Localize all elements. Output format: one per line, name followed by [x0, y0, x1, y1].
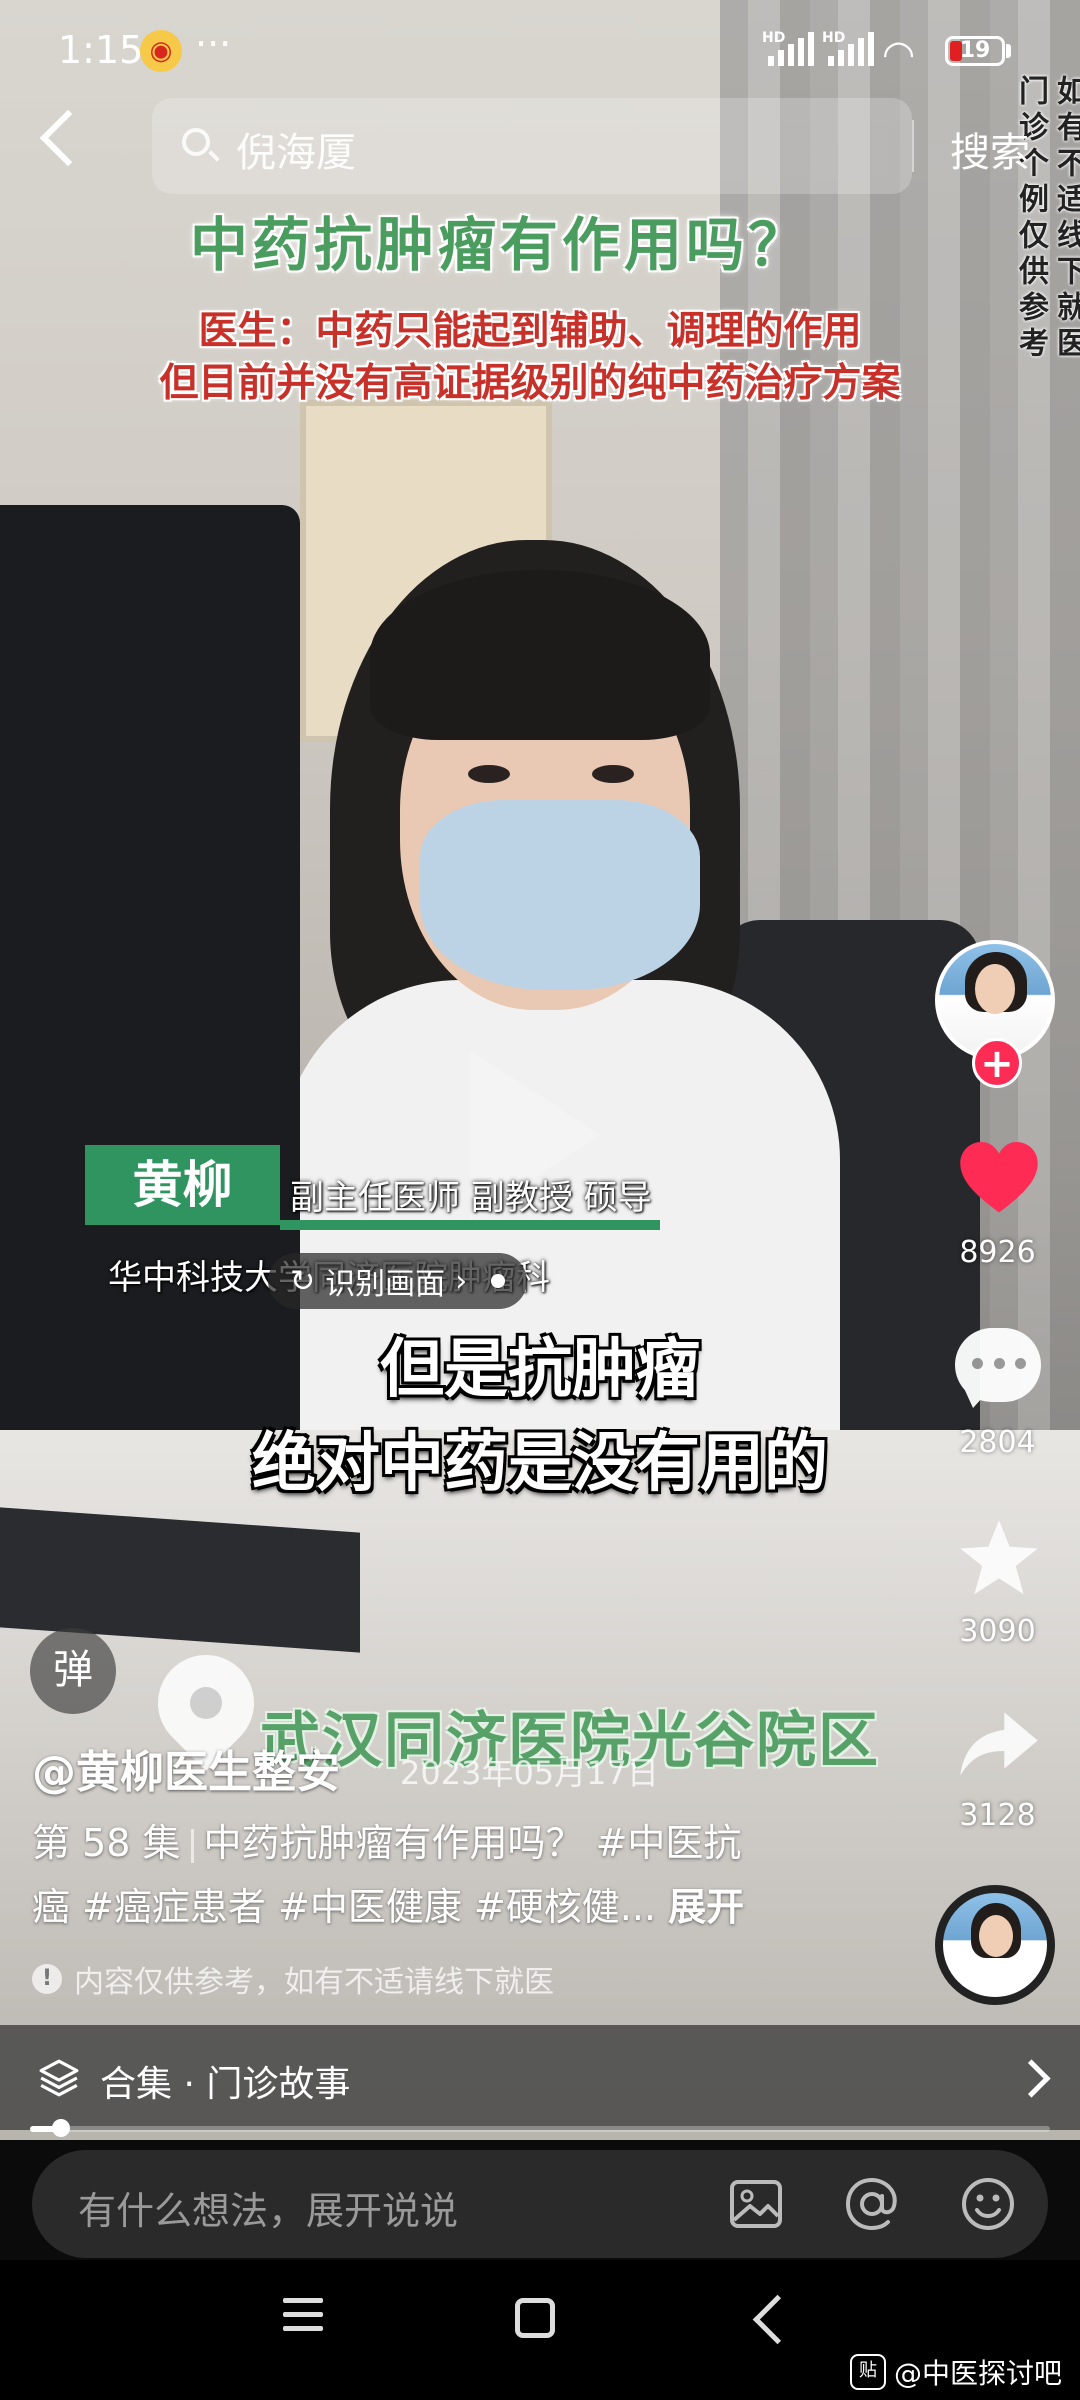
battery-cap [1006, 44, 1011, 58]
spoken-caption-line1: 但是抗肿瘤 [380, 1333, 700, 1407]
status-time: 1:15 [58, 28, 144, 72]
signal-1-icon [768, 32, 814, 66]
share-arrow-icon[interactable] [955, 1700, 1043, 1788]
wifi-icon: ◠ [882, 32, 916, 76]
recognize-label: 识别画面 [325, 1267, 446, 1302]
watermark: 贴 @中医探讨吧 [850, 2352, 1062, 2392]
status-bar: 1:15 ◉ ··· HD HD ◠ 19 [0, 0, 1080, 100]
search-button[interactable]: 搜索 [950, 120, 1030, 178]
collection-bar[interactable]: 合集 · 门诊故事 [0, 2025, 1080, 2130]
description-hashtags: 癌 #癌症患者 #中医健康 #硬核健... [32, 1885, 656, 1929]
doctor-role: 副主任医师 副教授 硕导 [290, 1178, 652, 1218]
search-icon [182, 128, 210, 156]
danmaku-toggle-button[interactable]: 弹 [30, 1628, 116, 1714]
post-date: 2023年05月17日 [400, 1754, 659, 1792]
video-subtitle-line2: 但目前并没有高证据级别的纯中药治疗方案 [159, 361, 901, 406]
like-count: 8926 [959, 1235, 1036, 1270]
spoken-caption-line2: 绝对中药是没有用的 [252, 1427, 828, 1501]
like-heart-icon[interactable] [955, 1135, 1043, 1223]
doctor-name: 黄柳 [132, 1156, 233, 1214]
video-subtitle-line1: 医生：中药只能起到辅助、调理的作用 [198, 309, 862, 354]
expand-button[interactable]: 展开 [668, 1885, 744, 1929]
video-title-caption: 中药抗肿瘤有作用吗？ [189, 211, 810, 279]
favorite-count: 3090 [959, 1614, 1036, 1649]
description-text: 中药抗肿瘤有作用吗？ #中医抗 [203, 1821, 742, 1865]
author-name[interactable]: @黄柳医生整安 [32, 1736, 340, 1800]
search-input[interactable]: 倪海厦 [152, 98, 912, 194]
share-count: 3128 [959, 1798, 1036, 1833]
battery-level: 19 [959, 38, 991, 63]
episode-label: 第 58 集 [32, 1821, 181, 1865]
signal-2-icon [828, 32, 874, 66]
image-icon[interactable] [726, 2174, 786, 2234]
watermark-text: @中医探讨吧 [894, 2357, 1063, 2390]
recognize-screen-button[interactable]: ↻ 识别画面 › [268, 1253, 528, 1309]
weibo-notification-icon: ◉ [140, 30, 182, 72]
chevron-right-icon [1012, 2059, 1051, 2098]
video-progress-handle[interactable] [52, 2119, 70, 2137]
disc-face [979, 1915, 1013, 1957]
name-plate-divider [280, 1220, 660, 1230]
doctor-name-plate: 黄柳 [85, 1145, 280, 1225]
battery-icon: 19 [945, 36, 1005, 66]
doctor-bangs [370, 570, 710, 740]
collection-label: 合集 · 门诊故事 [100, 2064, 351, 2105]
recognize-icon: ↻ [290, 1263, 316, 1299]
post-description-line2[interactable]: 癌 #癌症患者 #中医健康 #硬核健... 展开 [32, 1876, 852, 1931]
content-notice: ! 内容仅供参考，如有不适请线下就医 [32, 1957, 554, 2001]
doctor-eye [468, 765, 510, 783]
layers-icon [39, 2059, 79, 2097]
doctor-eye [592, 765, 634, 783]
music-disc-avatar[interactable] [935, 1885, 1055, 2005]
follow-button[interactable]: + [972, 1038, 1022, 1088]
doctor-mask [420, 800, 700, 990]
info-icon: ! [32, 1964, 62, 1994]
search-query: 倪海厦 [236, 130, 356, 176]
recent-apps-icon[interactable] [283, 2298, 323, 2340]
keyboard [0, 1507, 360, 1653]
mention-at-icon[interactable] [842, 2174, 902, 2234]
avatar-face [975, 964, 1015, 1014]
episode-separator [190, 1828, 194, 1863]
side-notice-2: 如有不适线下就医 [1051, 75, 1080, 363]
more-notifications-icon: ··· [195, 22, 232, 66]
home-icon[interactable] [515, 2298, 555, 2338]
emoji-icon[interactable] [958, 2174, 1018, 2234]
comment-placeholder: 有什么想法，展开说说 [78, 2189, 459, 2233]
search-divider [912, 120, 914, 172]
favorite-star-icon[interactable] [955, 1515, 1043, 1603]
post-description-line1[interactable]: 第 58 集中药抗肿瘤有作用吗？ #中医抗 [32, 1812, 852, 1867]
video-progress-track[interactable] [30, 2126, 1050, 2132]
notice-text: 内容仅供参考，如有不适请线下就医 [74, 1965, 554, 2000]
comment-count: 2804 [959, 1425, 1036, 1460]
recognize-dot [491, 1274, 506, 1288]
tieba-logo-icon: 贴 [850, 2354, 886, 2390]
chevron-right-icon: › [455, 1263, 468, 1299]
comment-icon[interactable] [955, 1328, 1041, 1408]
